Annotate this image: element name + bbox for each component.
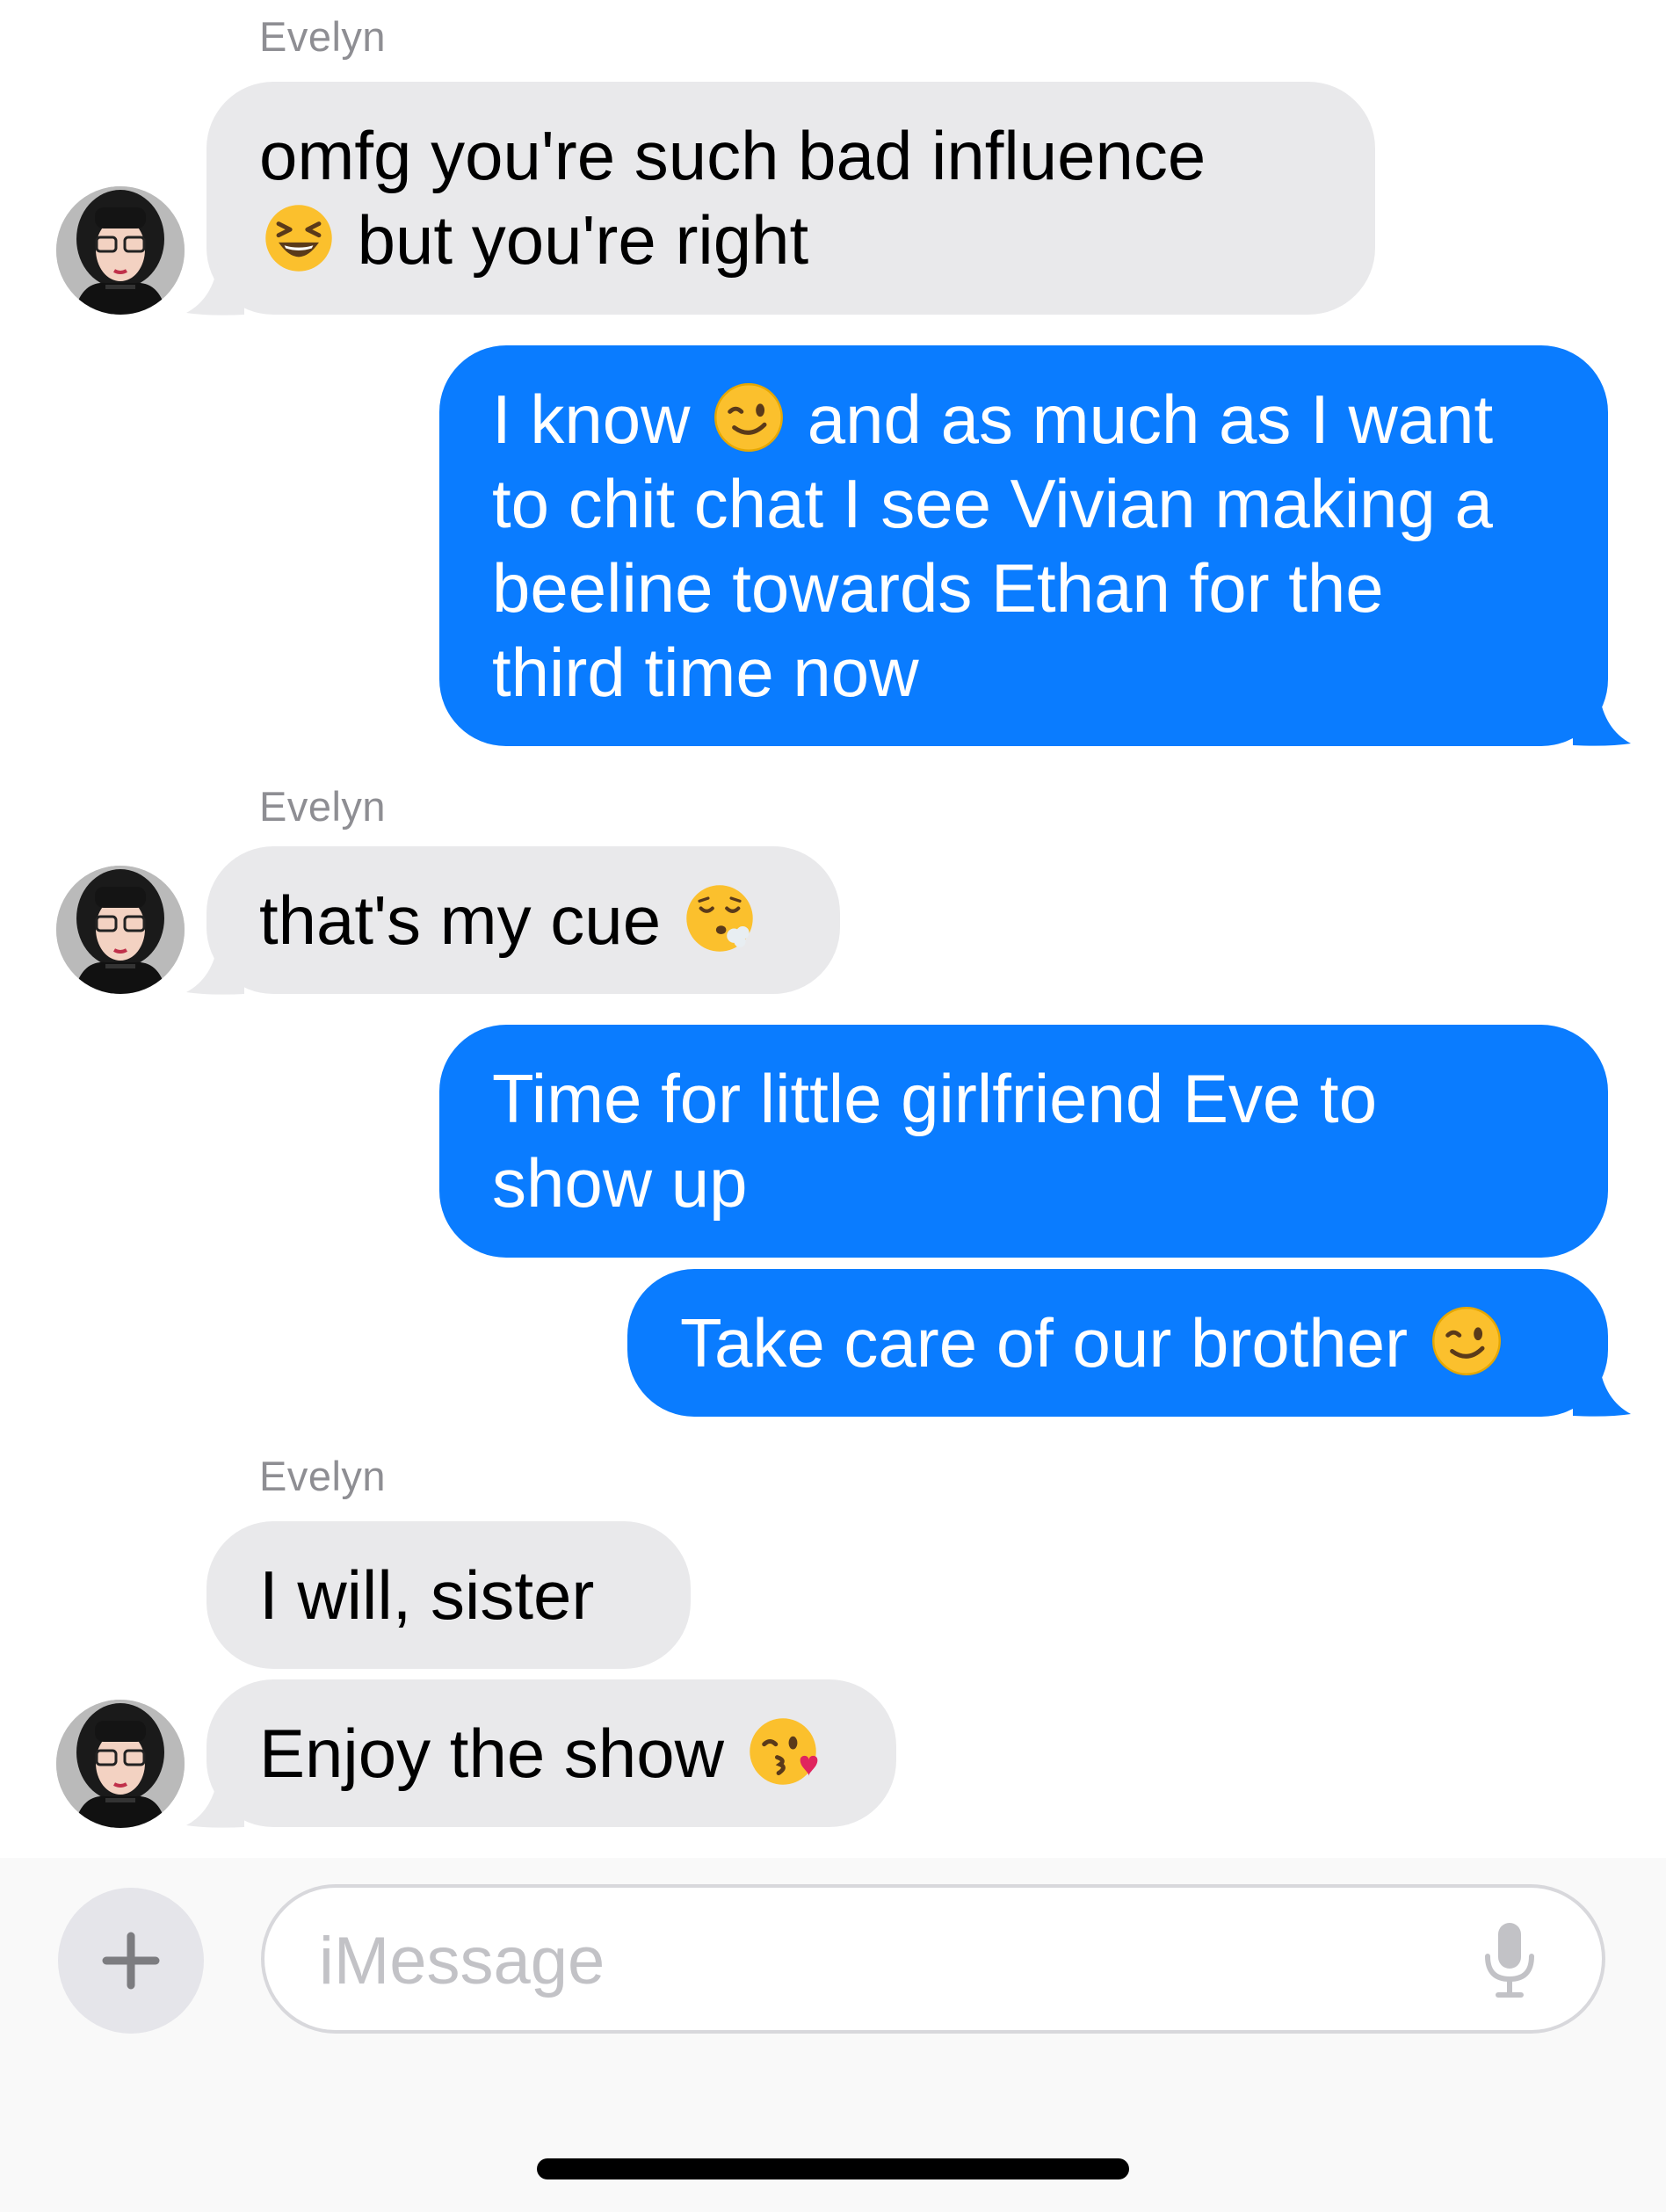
bubble-tail [186, 264, 244, 315]
winking-face-emoji [713, 381, 785, 453]
message-text: Time for little girlfriend Eve to [492, 1060, 1378, 1137]
message-text: Take care of our brother [680, 1301, 1555, 1385]
bubble-tail [186, 943, 244, 995]
bubble-tail [1573, 694, 1631, 746]
outgoing-message-bubble[interactable]: I know and as much as I want to chit cha… [439, 345, 1608, 746]
incoming-message-bubble[interactable]: I will, sister [206, 1521, 691, 1669]
message-text: that's my cue [259, 878, 787, 962]
message-text: show up [492, 1144, 748, 1222]
contact-avatar[interactable] [56, 1700, 185, 1828]
outgoing-message-bubble[interactable]: Take care of our brother [627, 1269, 1608, 1417]
message-input-placeholder: iMessage [319, 1924, 605, 1998]
bubble-tail [1573, 1365, 1631, 1417]
plus-icon [102, 1932, 160, 1990]
message-text: third time now [492, 634, 919, 711]
home-indicator[interactable] [537, 2158, 1129, 2179]
incoming-message-bubble[interactable]: Enjoy the show [206, 1679, 896, 1827]
message-text: Enjoy the show [259, 1711, 844, 1795]
message-text: but you're right [259, 198, 1322, 282]
message-input[interactable]: iMessage [261, 1884, 1605, 2034]
message-text: I will, sister [259, 1556, 595, 1634]
incoming-message-bubble[interactable]: omfg you're such bad influence but you'r… [206, 82, 1375, 315]
message-thread: Evelyn omfg you're such bad influence bu… [0, 0, 1666, 1858]
bubble-tail [186, 1776, 244, 1828]
apps-plus-button[interactable] [58, 1888, 204, 2034]
sender-name: Evelyn [259, 783, 387, 830]
microphone-icon[interactable] [1479, 1921, 1540, 2000]
outgoing-message-bubble[interactable]: Time for little girlfriend Eve to show u… [439, 1025, 1608, 1258]
contact-avatar[interactable] [56, 866, 185, 994]
winking-face-emoji [1431, 1305, 1503, 1377]
exhaling-face-emoji [684, 882, 756, 954]
laughing-squint-emoji [263, 202, 335, 274]
contact-avatar[interactable] [56, 186, 185, 315]
message-text: to chit chat I see Vivian making a [492, 465, 1493, 542]
sender-name: Evelyn [259, 13, 387, 60]
sender-name: Evelyn [259, 1453, 387, 1499]
incoming-message-bubble[interactable]: that's my cue [206, 846, 840, 994]
message-text: beeline towards Ethan for the [492, 549, 1384, 627]
face-blowing-kiss-emoji [747, 1715, 819, 1788]
message-text: omfg you're such bad influence [259, 117, 1206, 194]
message-text: I know and as much as I want [492, 381, 1494, 458]
